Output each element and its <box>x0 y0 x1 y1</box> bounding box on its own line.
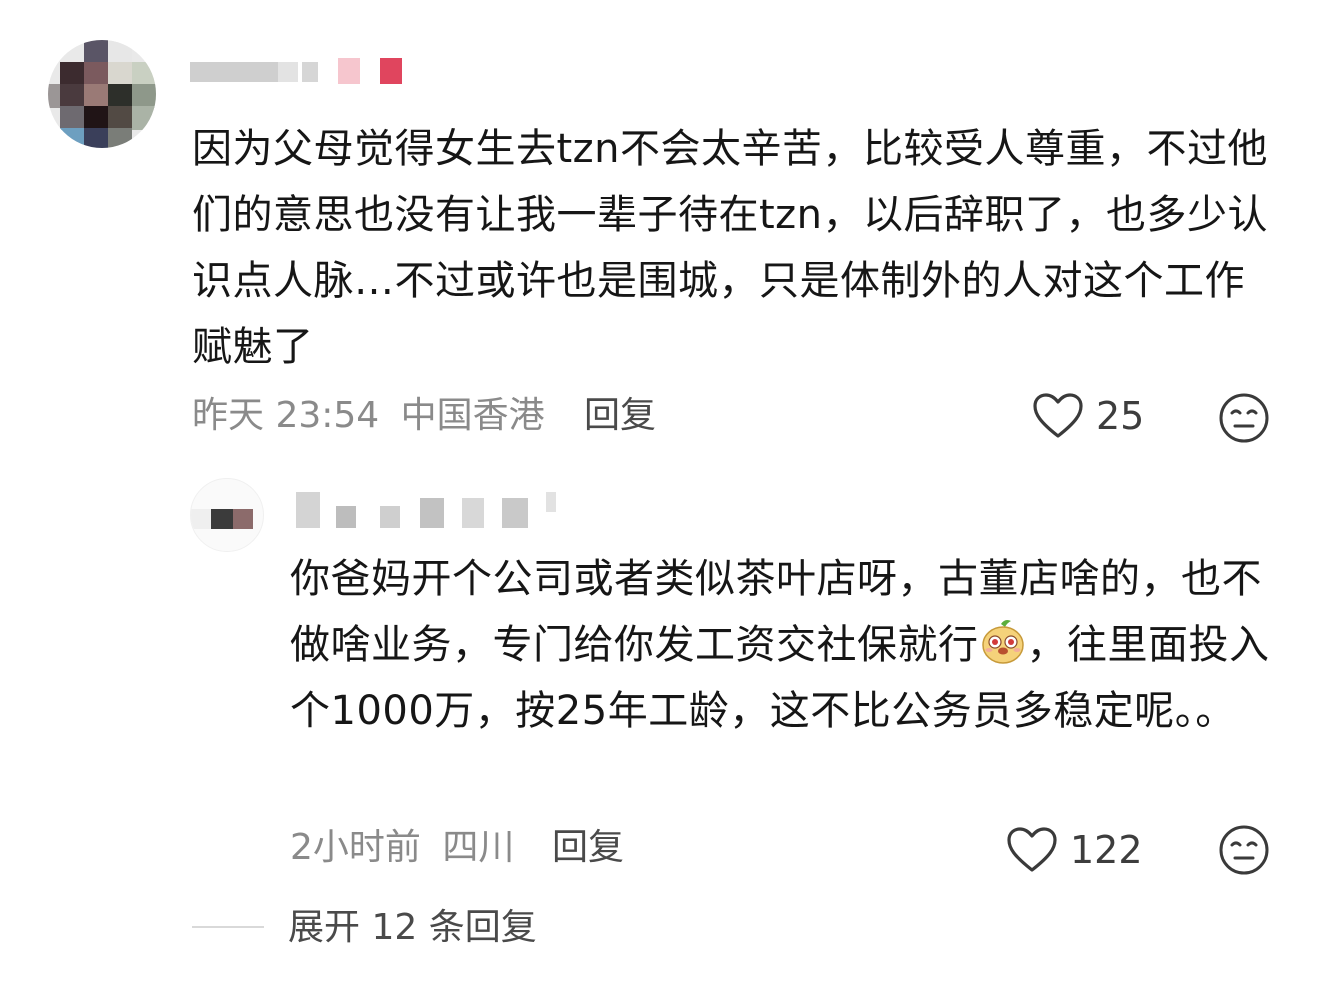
meh-face-icon <box>1219 393 1269 443</box>
comment-dislike-button[interactable] <box>1218 392 1270 448</box>
comment-like-count: 25 <box>1096 394 1145 438</box>
reply-meta: 2小时前 四川 <box>290 828 514 868</box>
comment-reply-button[interactable]: 回复 <box>584 396 656 436</box>
reply-dislike-button[interactable] <box>1218 824 1270 880</box>
comment-text: 因为父母觉得女生去tzn不会太辛苦，比较受人尊重，不过他们的意思也没有让我一辈子… <box>192 126 1269 370</box>
comment-meta: 昨天 23:54 中国香港 <box>192 396 545 436</box>
reply-like-button[interactable]: 122 <box>1006 826 1143 874</box>
replier-avatar[interactable] <box>190 478 264 552</box>
reply-time: 2小时前 <box>290 827 421 868</box>
heart-outline-icon <box>1007 827 1057 872</box>
heart-outline-icon <box>1033 393 1083 438</box>
comment-like-button[interactable]: 25 <box>1032 392 1144 440</box>
reply-like-count: 122 <box>1070 828 1143 872</box>
replier-name[interactable] <box>296 492 566 528</box>
reply-text: 你爸妈开个公司或者类似茶叶店呀，古董店啥的，也不做啥业务，专门给你发工资交社保就… <box>290 546 1270 744</box>
meh-face-icon <box>1219 825 1269 875</box>
comment-time: 昨天 23:54 <box>192 395 380 436</box>
reply-reply-button[interactable]: 回复 <box>552 828 624 868</box>
expand-divider <box>192 926 264 928</box>
reply-location: 四川 <box>442 827 515 868</box>
smiling-mascot-emoji <box>981 620 1024 664</box>
expand-replies-button[interactable]: 展开 12 条回复 <box>288 908 537 948</box>
commenter-avatar[interactable] <box>48 40 156 148</box>
commenter-name[interactable] <box>190 58 420 84</box>
comment-location: 中国香港 <box>400 395 545 436</box>
